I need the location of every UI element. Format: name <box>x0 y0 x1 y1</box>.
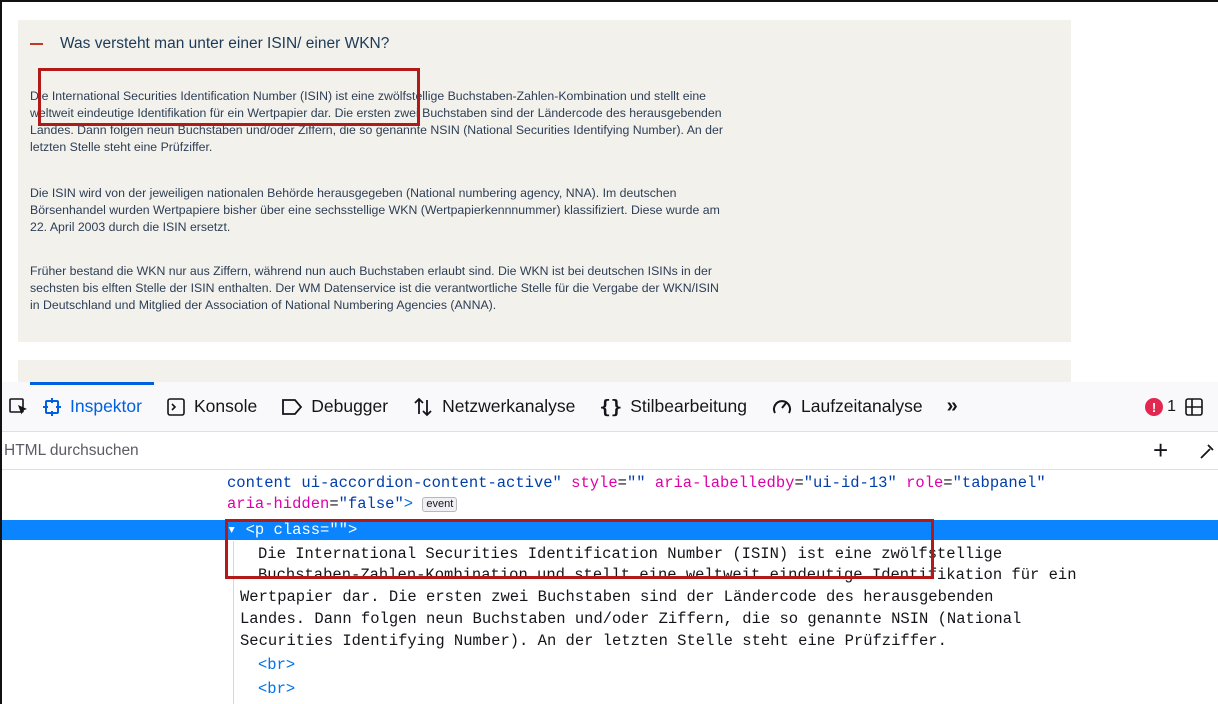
text-line: sechsten bis elften Stelle der ISIN enth… <box>30 281 719 295</box>
tab-console[interactable]: Konsole <box>154 382 269 432</box>
attr-name: aria-hidden <box>227 495 330 513</box>
element-picker-icon <box>9 397 27 414</box>
console-icon <box>166 397 186 417</box>
attr-value: "" <box>626 474 646 492</box>
tab-performance[interactable]: Laufzeitanalyse <box>759 382 935 432</box>
style-editor-icon: {} <box>599 395 623 418</box>
text-node-line[interactable]: Securities Identifying Number). An der l… <box>240 632 947 651</box>
accordion-header[interactable]: Was versteht man unter einer ISIN/ einer… <box>30 35 389 53</box>
tab-label: Konsole <box>193 396 258 416</box>
collapse-dash-icon <box>30 43 43 45</box>
tab-label: Netzwerkanalyse <box>442 396 576 416</box>
attr-value: content ui-accordion-content-active" <box>227 474 572 492</box>
accordion-title: Was versteht man unter einer ISIN/ einer… <box>60 35 390 52</box>
text-line: 22. April 2003 durch die ISIN ersetzt. <box>30 220 231 234</box>
debugger-icon <box>281 397 303 417</box>
attr-value: "false" <box>338 495 404 513</box>
text-line: letzten Stelle steht eine Prüfziffer. <box>30 140 213 154</box>
performance-icon <box>771 396 793 418</box>
html-search-bar: + <box>0 432 1218 470</box>
tab-debugger[interactable]: Debugger <box>269 382 400 432</box>
error-indicator[interactable]: ! 1 <box>1145 382 1204 432</box>
markup-view: content ui-accordion-content-active" sty… <box>0 471 1218 704</box>
error-count: 1 <box>1167 398 1176 415</box>
br-node[interactable]: <br> <box>258 680 295 699</box>
tab-label: Inspektor <box>70 396 142 416</box>
network-icon <box>412 396 434 418</box>
accordion-panel-next[interactable] <box>18 360 1071 382</box>
paragraph-wkn: Früher bestand die WKN nur aus Ziffern, … <box>30 263 930 314</box>
tab-label: Stilbearbeitung <box>630 396 747 416</box>
web-page: Was versteht man unter einer ISIN/ einer… <box>0 0 1218 382</box>
element-picker-button[interactable] <box>0 382 30 432</box>
attr-name: style <box>571 474 618 492</box>
tab-network[interactable]: Netzwerkanalyse <box>400 382 587 432</box>
tab-label: Laufzeitanalyse <box>801 396 923 416</box>
text-node-line[interactable]: Wertpapier dar. Die ersten zwei Buchstab… <box>240 588 993 607</box>
html-search-input[interactable] <box>4 438 1104 464</box>
br-node[interactable]: <br> <box>258 656 295 675</box>
tab-label: Debugger <box>311 396 389 416</box>
markup-line[interactable]: content ui-accordion-content-active" sty… <box>227 474 1046 493</box>
more-tabs-button[interactable]: » <box>935 395 970 418</box>
event-badge[interactable]: event <box>422 497 458 512</box>
markup-line[interactable]: aria-hidden="false"> event <box>227 495 458 514</box>
attr-value: "ui-id-13" <box>803 474 897 492</box>
devtools-toolbar: Inspektor Konsole Debugger Netzwerkanaly… <box>0 381 1218 432</box>
add-node-button[interactable]: + <box>1153 437 1168 463</box>
text-line: in Deutschland und Mitglied der Associat… <box>30 298 497 312</box>
text-line: Früher bestand die WKN nur aus Ziffern, … <box>30 264 712 278</box>
dock-options-icon[interactable] <box>1184 397 1204 417</box>
highlight-box-devtools <box>225 519 934 579</box>
paragraph-isin-agency: Die ISIN wird von der jeweiligen nationa… <box>30 185 930 236</box>
active-tab-indicator <box>30 381 154 385</box>
tab-inspector[interactable]: Inspektor <box>30 381 154 432</box>
tab-style-editor[interactable]: {} Stilbearbeitung <box>587 382 759 432</box>
attr-name: role <box>906 474 944 492</box>
attr-name: aria-labelledby <box>654 474 795 492</box>
text-line: Börsenhandel wurden Wertpapiere bisher ü… <box>30 203 720 217</box>
text-line: Die ISIN wird von der jeweiligen nationa… <box>30 186 677 200</box>
eyedropper-icon[interactable] <box>1198 441 1216 461</box>
attr-value: "tabpanel" <box>952 474 1046 492</box>
inspector-icon <box>42 397 62 417</box>
text-node-line[interactable]: Landes. Dann folgen neun Buchstaben und/… <box>240 610 1021 629</box>
error-icon: ! <box>1145 398 1164 416</box>
highlight-box-page <box>38 68 420 126</box>
